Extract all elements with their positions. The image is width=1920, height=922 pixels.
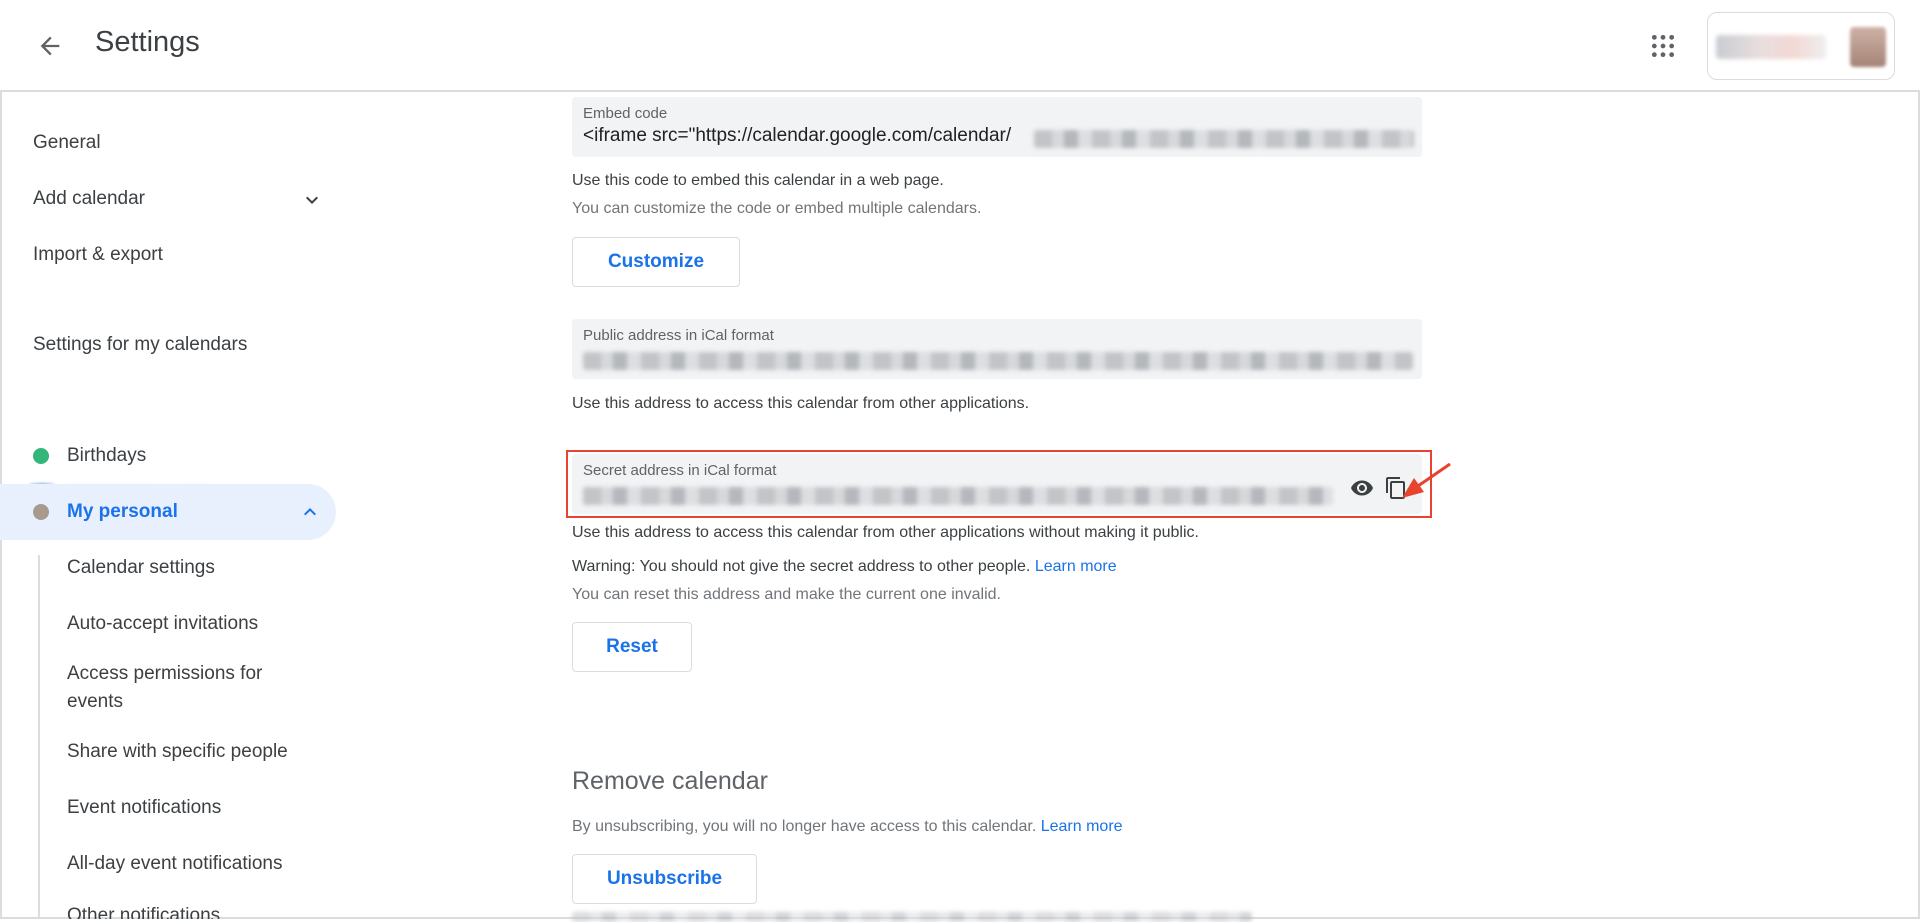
sidebar-sub-calendar-settings[interactable]: Calendar settings (67, 554, 307, 582)
google-apps-button[interactable] (1643, 26, 1683, 66)
annotation-arrow-icon (1402, 462, 1451, 498)
public-ical-field[interactable]: Public address in iCal format (572, 319, 1422, 379)
birthdays-color-dot (33, 448, 49, 464)
sidebar-sub-event-notifications[interactable]: Event notifications (67, 794, 307, 822)
secret-ical-desc-text: Use this address to access this calendar… (572, 524, 1199, 541)
back-button[interactable] (30, 26, 70, 66)
customize-button[interactable]: Customize (572, 237, 740, 287)
my-personal-label: My personal (67, 501, 178, 522)
sidebar-item-my-personal[interactable]: My personal (0, 484, 336, 540)
sidebar-item-general[interactable]: General (33, 132, 101, 154)
secret-warning: Warning: You should not give the secret … (572, 558, 1117, 576)
secret-warning-text: Warning: You should not give the secret … (572, 558, 1031, 575)
reset-desc: You can reset this address and make the … (572, 586, 1001, 603)
embed-code-value: <iframe src="https://calendar.google.com… (583, 125, 1012, 146)
birthdays-label: Birthdays (67, 445, 147, 466)
sidebar-item-import-export[interactable]: Import & export (33, 244, 163, 266)
remove-calendar-heading: Remove calendar (572, 767, 768, 795)
sidebar-sub-other-notifications[interactable]: Other notifications (67, 902, 307, 919)
public-ical-label: Public address in iCal format (583, 327, 774, 344)
public-ical-redacted (583, 352, 1413, 370)
public-ical-desc: Use this address to access this calendar… (572, 395, 1030, 412)
arrow-back-icon (40, 36, 60, 56)
unsubscribe-button[interactable]: Unsubscribe (572, 854, 757, 904)
embed-code-label: Embed code (583, 105, 668, 122)
sidebar-sub-access-permissions[interactable]: Access permissions for events (67, 660, 307, 716)
remove-desc: By unsubscribing, you will no longer hav… (572, 818, 1123, 836)
top-bar: Settings (0, 0, 1920, 92)
embed-code-field[interactable]: Embed code <iframe src="https://calendar… (572, 97, 1422, 157)
secret-learn-more-link[interactable]: Learn more (1035, 558, 1117, 575)
embed-desc-secondary: You can customize the code or embed mult… (572, 200, 982, 217)
account-switcher[interactable] (1707, 12, 1895, 80)
settings-content: Embed code <iframe src="https://calendar… (566, 92, 1472, 922)
chevron-down-icon[interactable] (300, 188, 324, 212)
secret-ical-desc: Use this address to access this calendar… (572, 524, 1199, 542)
embed-code-redacted (1034, 130, 1414, 148)
sidebar-sub-share-people[interactable]: Share with specific people (67, 738, 307, 766)
settings-sidebar: General Add calendar Import & export Set… (0, 92, 345, 919)
sidebar-sub-auto-accept[interactable]: Auto-accept invitations (67, 610, 307, 638)
chevron-up-icon[interactable] (298, 500, 322, 524)
sidebar-item-add-calendar[interactable]: Add calendar (33, 188, 145, 210)
page-title: Settings (95, 26, 200, 58)
embed-desc: Use this code to embed this calendar in … (572, 172, 944, 189)
my-personal-color-dot (33, 504, 49, 520)
sidebar-item-birthdays[interactable]: Birthdays (0, 428, 336, 484)
submenu-divider (38, 555, 40, 919)
cutoff-text-redacted (572, 912, 1252, 922)
reset-button[interactable]: Reset (572, 622, 692, 672)
account-name-redacted (1716, 35, 1826, 59)
remove-learn-more-link[interactable]: Learn more (1041, 818, 1123, 835)
apps-grid-icon (1651, 34, 1675, 58)
annotation-highlight-box (566, 450, 1432, 518)
remove-desc-text: By unsubscribing, you will no longer hav… (572, 818, 1037, 835)
sidebar-sub-all-day-notifications[interactable]: All-day event notifications (67, 850, 307, 878)
avatar (1850, 27, 1886, 67)
sidebar-section-my-calendars: Settings for my calendars (33, 334, 248, 355)
